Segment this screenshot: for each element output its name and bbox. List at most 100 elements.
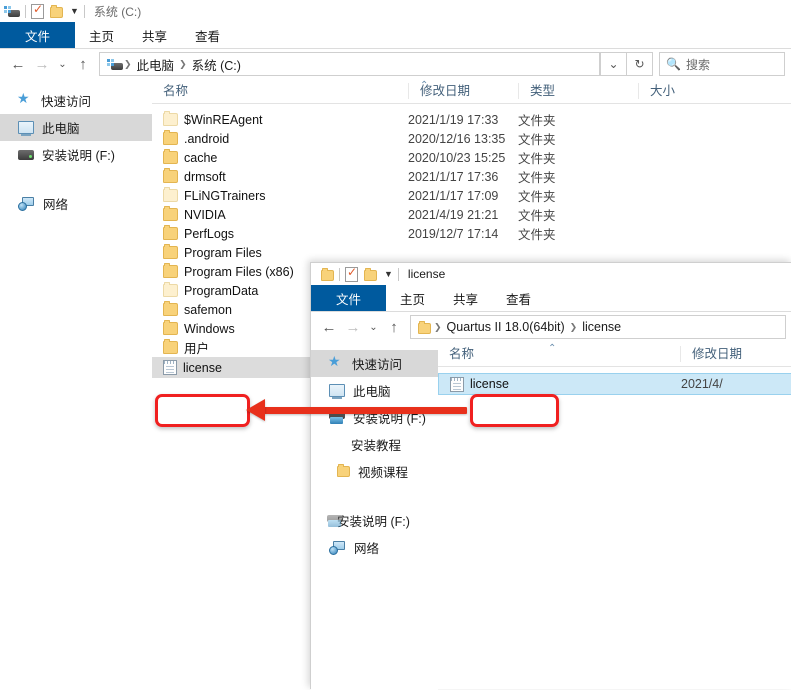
column-header-size[interactable]: 大小: [638, 83, 723, 99]
sidebar-item-quick-access[interactable]: 快速访问: [311, 350, 438, 377]
tab-share[interactable]: 共享: [439, 285, 492, 311]
up-arrow-icon[interactable]: ↑: [71, 52, 95, 76]
back-arrow-icon[interactable]: ←: [6, 52, 30, 76]
file-date: 2021/1/19 17:33: [408, 112, 499, 127]
table-row[interactable]: drmsoft 2021/1/17 17:36 文件夹: [152, 167, 791, 186]
properties-checkbox-icon[interactable]: [31, 2, 44, 19]
file-type: 文件夹: [518, 209, 556, 223]
breadcrumb[interactable]: ❯ 此电脑 ❯ 系统 (C:): [99, 52, 600, 76]
chevron-down-icon[interactable]: ⌄: [600, 52, 627, 76]
recent-locations-chevron-icon[interactable]: ⌄: [365, 315, 382, 339]
file-rows-container: license 2021/4/: [438, 367, 791, 395]
chevron-right-icon: ❯: [434, 321, 442, 332]
breadcrumb-item-quartus[interactable]: Quartus II 18.0(64bit): [443, 320, 569, 334]
recent-locations-chevron-icon[interactable]: ⌄: [54, 52, 71, 76]
breadcrumb-item-this-pc[interactable]: 此电脑: [133, 55, 179, 74]
window2-navigation-pane[interactable]: 快速访问 此电脑 安装说明 (F:) 安装教程 视频课程 安装说明 (F:): [311, 342, 438, 690]
tab-view[interactable]: 查看: [492, 285, 545, 311]
chevron-down-icon[interactable]: ▼: [70, 6, 79, 16]
separator: [25, 4, 26, 18]
file-name: license: [183, 360, 222, 375]
column-headers[interactable]: 名称 修改日期 ⌃: [438, 342, 791, 367]
folder-icon: [163, 168, 178, 183]
file-name: 用户: [184, 342, 210, 356]
search-input[interactable]: 🔍 搜索: [659, 52, 785, 76]
breadcrumb[interactable]: ❯ Quartus II 18.0(64bit) ❯ license: [410, 315, 786, 339]
column-headers[interactable]: 名称 修改日期 类型 大小 ⌃: [152, 79, 791, 104]
table-row[interactable]: $WinREAgent 2021/1/19 17:33 文件夹: [152, 110, 791, 129]
table-row[interactable]: Program Files: [152, 243, 791, 262]
sidebar-item-network[interactable]: 网络: [311, 534, 438, 561]
refresh-icon[interactable]: ↻: [627, 52, 653, 76]
folder-icon: [163, 111, 178, 126]
new-folder-icon[interactable]: [50, 5, 63, 18]
table-row[interactable]: .android 2020/12/16 13:35 文件夹: [152, 129, 791, 148]
table-row[interactable]: PerfLogs 2019/12/7 17:14 文件夹: [152, 224, 791, 243]
window2-ribbon-tabs[interactable]: 文件 主页 共享 查看: [311, 285, 791, 311]
folder-icon: [163, 282, 178, 297]
window1-ribbon-tabs[interactable]: 文件 主页 共享 查看: [0, 22, 791, 48]
file-name: cache: [184, 150, 218, 165]
sidebar-item-install-guide-f-2[interactable]: 安装说明 (F:): [311, 507, 438, 534]
sidebar-item-label: 网络: [354, 542, 380, 556]
window1-navigation-pane[interactable]: 快速访问 此电脑 安装说明 (F:) 网络: [0, 79, 152, 689]
annotation-highlight-target-license: [155, 394, 250, 427]
forward-arrow-icon[interactable]: →: [341, 315, 365, 339]
file-type: 文件夹: [518, 114, 556, 128]
back-arrow-icon[interactable]: ←: [317, 315, 341, 339]
file-name: Program Files (x86): [184, 264, 294, 279]
window1-title: 系统 (C:): [93, 4, 142, 19]
file-name: drmsoft: [184, 169, 226, 184]
file-name: FLiNGTrainers: [184, 188, 266, 203]
column-header-date[interactable]: 修改日期: [680, 346, 760, 362]
sidebar-item-this-pc[interactable]: 此电脑: [0, 114, 152, 141]
star-icon: [328, 353, 344, 371]
sidebar-item-network[interactable]: 网络: [0, 190, 152, 217]
drive-icon: [107, 58, 123, 70]
window2-titlebar[interactable]: ▼ license: [311, 263, 791, 285]
tab-file[interactable]: 文件: [311, 285, 386, 311]
folder-icon: [163, 244, 178, 259]
separator: [397, 267, 399, 281]
table-row[interactable]: cache 2020/10/23 15:25 文件夹: [152, 148, 791, 167]
sidebar-item-label: 安装说明 (F:): [337, 515, 410, 529]
chevron-down-icon[interactable]: ▼: [384, 269, 393, 279]
search-icon: 🔍: [666, 57, 681, 71]
tab-view[interactable]: 查看: [181, 22, 234, 48]
tab-home[interactable]: 主页: [75, 22, 128, 48]
sidebar-item-quick-access[interactable]: 快速访问: [0, 87, 152, 114]
breadcrumb-item-c-drive[interactable]: 系统 (C:): [188, 55, 245, 74]
column-header-name[interactable]: 名称: [438, 346, 680, 362]
new-folder-icon[interactable]: [364, 268, 377, 281]
sidebar-item-install-tutorial[interactable]: 安装教程: [311, 431, 438, 458]
file-explorer-window-license-folder[interactable]: ▼ license 文件 主页 共享 查看 ← → ⌄ ↑ ❯ Quartus …: [310, 262, 791, 690]
chevron-right-icon: ❯: [569, 321, 578, 332]
breadcrumb-item-license[interactable]: license: [578, 320, 625, 334]
window2-title: license: [407, 267, 446, 281]
up-arrow-icon[interactable]: ↑: [382, 315, 406, 339]
properties-checkbox-icon[interactable]: [345, 265, 358, 282]
tab-share[interactable]: 共享: [128, 22, 181, 48]
file-date: 2021/4/19 21:21: [408, 207, 499, 222]
annotation-arrow-head: [246, 399, 265, 421]
folder-icon: [163, 320, 178, 335]
sidebar-item-install-guide-f[interactable]: 安装说明 (F:): [0, 141, 152, 168]
folder-icon: [163, 339, 178, 354]
tab-file[interactable]: 文件: [0, 22, 75, 48]
table-row-license[interactable]: license 2021/4/: [438, 373, 791, 395]
tab-home[interactable]: 主页: [386, 285, 439, 311]
column-header-name[interactable]: 名称: [152, 83, 408, 99]
window1-address-bar[interactable]: ← → ⌄ ↑ ❯ 此电脑 ❯ 系统 (C:) ⌄ ↻ 🔍 搜索: [0, 49, 791, 79]
separator: [83, 4, 85, 18]
column-header-type[interactable]: 类型: [518, 83, 638, 99]
window1-titlebar[interactable]: ▼ 系统 (C:): [0, 0, 791, 22]
sidebar-item-video-course[interactable]: 视频课程: [311, 458, 438, 485]
table-row[interactable]: FLiNGTrainers 2021/1/17 17:09 文件夹: [152, 186, 791, 205]
table-row[interactable]: NVIDIA 2021/4/19 21:21 文件夹: [152, 205, 791, 224]
folder-icon: [163, 263, 178, 278]
sidebar-item-this-pc[interactable]: 此电脑: [311, 377, 438, 404]
sidebar-item-label: 网络: [43, 198, 69, 212]
folder-icon: [163, 206, 178, 221]
forward-arrow-icon[interactable]: →: [30, 52, 54, 76]
window2-address-bar[interactable]: ← → ⌄ ↑ ❯ Quartus II 18.0(64bit) ❯ licen…: [311, 312, 791, 342]
